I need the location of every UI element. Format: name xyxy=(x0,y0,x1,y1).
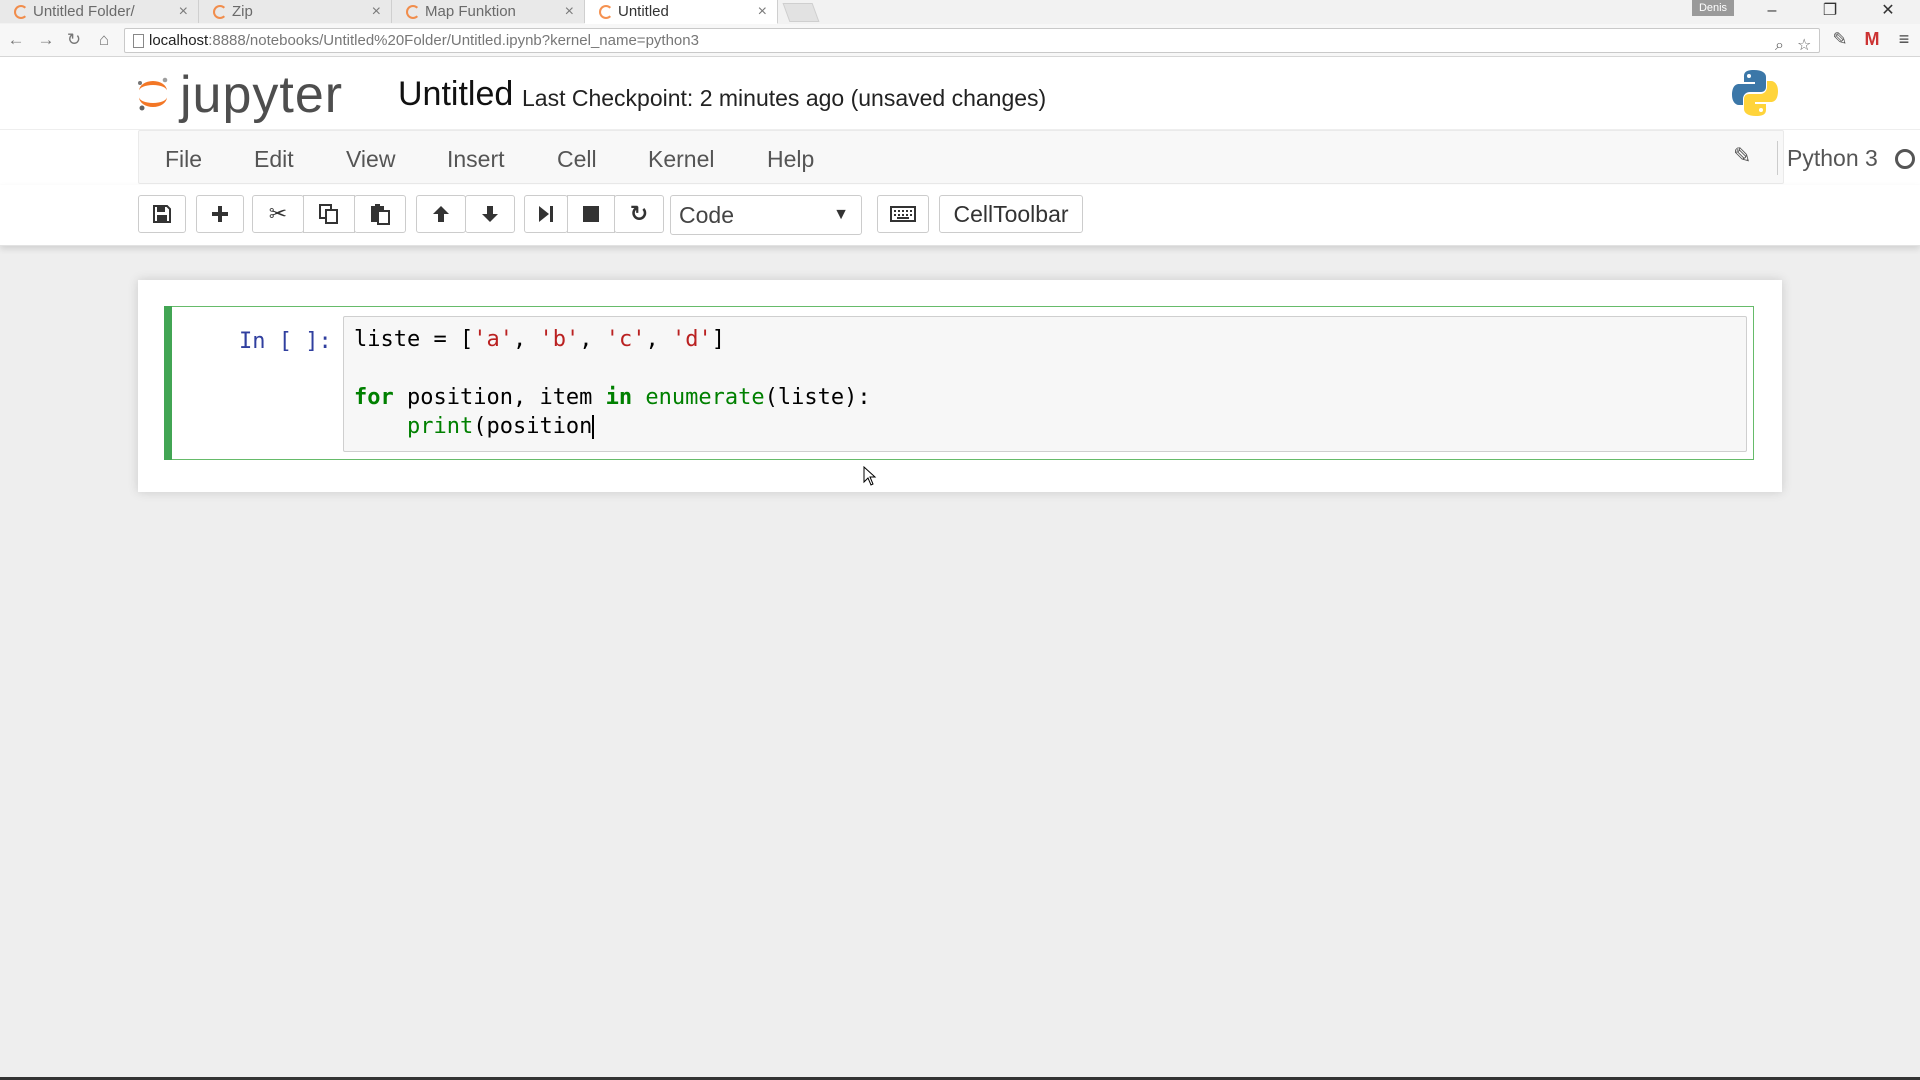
extension-icon[interactable]: ✎ xyxy=(1830,29,1850,49)
jupyter-header: jupyter Untitled Last Checkpoint: 2 minu… xyxy=(0,57,1920,129)
checkpoint-status: Last Checkpoint: 2 minutes ago (unsaved … xyxy=(522,85,1047,111)
menu-insert[interactable]: Insert xyxy=(447,146,505,173)
gmail-extension-icon[interactable]: M xyxy=(1862,29,1882,49)
arrow-down-icon xyxy=(482,206,498,222)
code-line-3: for position, item in enumerate(liste): xyxy=(354,385,871,410)
mouse-pointer-icon xyxy=(863,466,877,486)
plus-icon xyxy=(212,206,228,222)
notebook-container: In [ ]: liste = ['a', 'b', 'c', 'd'] for… xyxy=(138,280,1782,492)
chevron-down-icon: ▼ xyxy=(833,206,849,223)
browser-tab-untitled[interactable]: Untitled × xyxy=(585,0,778,24)
jupyter-favicon-icon xyxy=(14,4,28,19)
browser-menu-icon[interactable]: ≡ xyxy=(1894,29,1914,49)
tab-close-icon[interactable]: × xyxy=(179,3,188,21)
menu-cell[interactable]: Cell xyxy=(557,146,597,173)
text-cursor xyxy=(592,415,595,439)
jupyter-favicon-icon xyxy=(213,4,227,19)
jupyter-logo-text: jupyter xyxy=(180,66,344,124)
browser-navbar: ← → ↻ ⌂ localhost:8888/notebooks/Untitle… xyxy=(0,24,1920,57)
edit-mode-pencil-icon: ✎ xyxy=(1733,143,1752,168)
menubar: File Edit View Insert Cell Kernel Help ✎… xyxy=(138,130,1915,184)
minimize-icon[interactable]: – xyxy=(1752,0,1792,22)
celltoolbar-button[interactable]: CellToolbar xyxy=(939,195,1083,233)
tab-label: Untitled Folder/ xyxy=(33,3,135,20)
browser-tab-untitled-folder[interactable]: Untitled Folder/ × xyxy=(0,0,199,23)
tab-label: Map Funktion xyxy=(425,3,516,20)
move-cell-up-button[interactable] xyxy=(416,195,466,233)
divider xyxy=(1777,141,1778,175)
insert-cell-button[interactable] xyxy=(196,195,244,233)
close-window-icon[interactable]: ✕ xyxy=(1868,0,1908,22)
move-cell-down-button[interactable] xyxy=(465,195,515,233)
tab-label: Zip xyxy=(232,3,253,20)
cell-type-value: Code xyxy=(679,202,734,228)
tab-close-icon[interactable]: × xyxy=(372,3,381,21)
restore-icon[interactable]: ❐ xyxy=(1810,0,1850,22)
home-icon[interactable]: ⌂ xyxy=(92,29,116,51)
save-button[interactable] xyxy=(138,195,186,233)
main-toolbar: ✂ ↻ Code ▼ CellToolbar xyxy=(0,185,1920,246)
menu-view[interactable]: View xyxy=(346,146,395,173)
browser-tab-zip[interactable]: Zip × xyxy=(199,0,392,23)
tab-close-icon[interactable]: × xyxy=(565,3,574,21)
kernel-idle-indicator-icon xyxy=(1895,149,1915,169)
menu-edit[interactable]: Edit xyxy=(254,146,294,173)
notebook-title[interactable]: Untitled xyxy=(398,75,513,114)
paste-button[interactable] xyxy=(354,195,406,233)
save-icon xyxy=(153,205,171,223)
code-line-4: print(position xyxy=(406,414,595,439)
code-editor[interactable]: liste = ['a', 'b', 'c', 'd'] for positio… xyxy=(343,316,1747,452)
browser-tabstrip: Untitled Folder/ × Zip × Map Funktion × … xyxy=(0,0,1920,25)
copy-icon xyxy=(319,204,338,224)
command-palette-button[interactable] xyxy=(877,195,929,233)
stop-icon xyxy=(583,206,599,222)
cut-icon: ✂ xyxy=(268,201,288,226)
run-cell-button[interactable] xyxy=(524,195,568,233)
new-tab-button[interactable] xyxy=(782,3,820,22)
address-bar[interactable]: localhost:8888/notebooks/Untitled%20Fold… xyxy=(124,28,1820,54)
jupyter-favicon-icon xyxy=(406,4,420,19)
code-line-1: liste = ['a', 'b', 'c', 'd'] xyxy=(354,327,725,352)
tab-label: Untitled xyxy=(618,3,669,20)
run-next-icon xyxy=(539,206,553,222)
python-logo-icon xyxy=(1732,70,1778,116)
zoom-icon[interactable]: ⌕ xyxy=(1775,34,1784,57)
input-prompt: In [ ]: xyxy=(239,329,332,354)
arrow-up-icon xyxy=(433,206,449,222)
celltoolbar-label: CellToolbar xyxy=(953,200,1069,227)
browser-tab-map-funktion[interactable]: Map Funktion × xyxy=(392,0,585,23)
cell-type-select[interactable]: Code ▼ xyxy=(670,195,862,235)
reload-icon[interactable]: ↻ xyxy=(62,29,86,51)
back-icon[interactable]: ← xyxy=(4,29,28,51)
restart-kernel-button[interactable]: ↻ xyxy=(614,195,664,233)
cut-button[interactable]: ✂ xyxy=(252,195,304,233)
jupyter-favicon-icon xyxy=(599,4,613,19)
code-cell[interactable]: In [ ]: liste = ['a', 'b', 'c', 'd'] for… xyxy=(164,306,1754,460)
menu-help[interactable]: Help xyxy=(767,146,814,173)
menubar-container: File Edit View Insert Cell Kernel Help ✎… xyxy=(0,130,1920,185)
forward-icon[interactable]: → xyxy=(34,29,58,51)
tab-close-icon[interactable]: × xyxy=(758,3,767,21)
restart-icon: ↻ xyxy=(629,201,649,226)
keyboard-icon xyxy=(890,206,916,222)
copy-button[interactable] xyxy=(303,195,355,233)
page-icon xyxy=(133,34,144,48)
paste-icon xyxy=(371,204,390,225)
bookmark-star-icon[interactable]: ☆ xyxy=(1797,34,1811,57)
kernel-name: Python 3 xyxy=(1787,145,1878,171)
cell-selected-indicator xyxy=(164,306,172,460)
user-badge[interactable]: Denis xyxy=(1692,0,1734,16)
jupyter-logo-icon xyxy=(138,77,168,111)
menu-kernel[interactable]: Kernel xyxy=(648,146,714,173)
url-text: localhost:8888/notebooks/Untitled%20Fold… xyxy=(149,32,699,49)
menu-file[interactable]: File xyxy=(165,146,202,173)
interrupt-kernel-button[interactable] xyxy=(567,195,615,233)
